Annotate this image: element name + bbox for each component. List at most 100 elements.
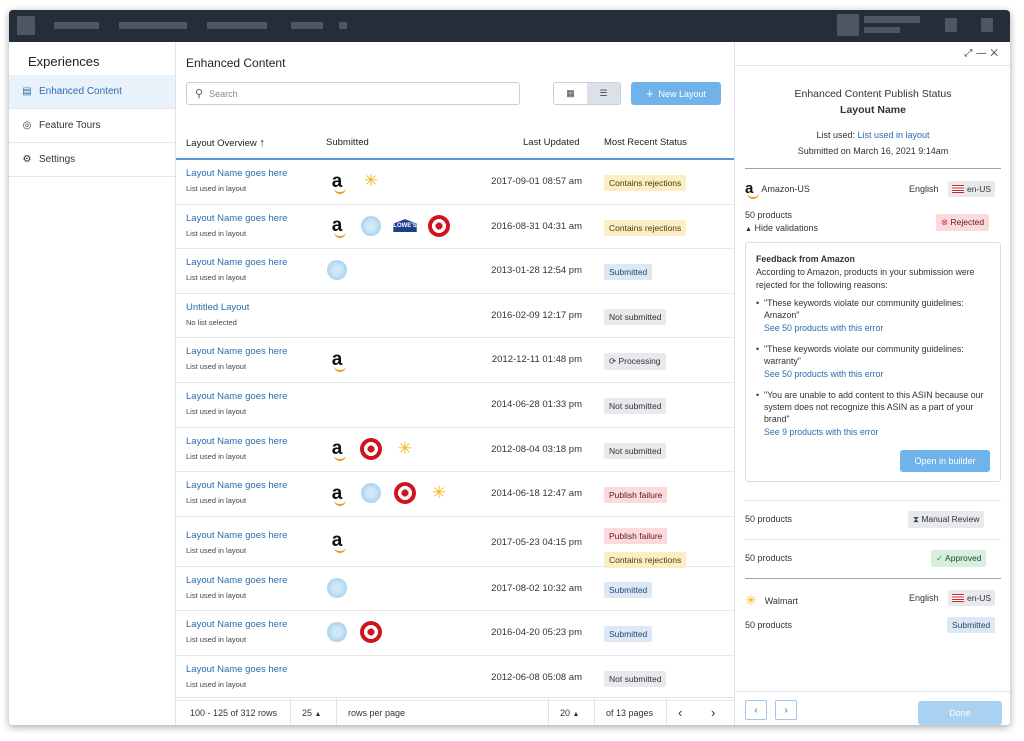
retailer-amazon: a Amazon-US [745,181,810,199]
group2-products-link[interactable]: 50 products [745,514,792,524]
list-view-button[interactable]: ☰ [587,83,620,104]
feedback-item: "You are unable to add content to this A… [756,389,990,438]
chevron-left-icon: ‹ [754,704,758,716]
snowflake-logo-icon [326,259,348,281]
nav-link-placeholder[interactable] [339,22,347,29]
list-used: List used: List used in layout [735,130,1010,140]
layout-name-link[interactable]: Layout Name goes here [186,213,287,224]
next-button[interactable]: › [775,700,797,720]
amazon-products-link[interactable]: 50 products [745,210,792,220]
check-icon: ✓ [936,553,944,563]
table-row[interactable]: Layout Name goes here List used in layout… [176,656,734,701]
layout-name-link[interactable]: Layout Name goes here [186,575,287,586]
layout-name-link[interactable]: Layout Name goes here [186,168,287,179]
new-layout-button[interactable]: + New Layout [631,82,721,105]
last-updated: 2016-04-20 05:23 pm [491,627,582,639]
table-row[interactable]: Layout Name goes here List used in layout… [176,567,734,612]
open-in-builder-button[interactable]: Open in builder [900,450,990,472]
search-placeholder: Search [209,88,238,99]
layout-name-link[interactable]: Layout Name goes here [186,257,287,268]
status-badge: Publish failure [604,527,668,544]
next-page-button[interactable]: › [711,705,715,720]
table-row[interactable]: Layout Name goes here List used in layout… [176,472,734,517]
sidebar-item-settings[interactable]: ⚙ Settings [9,143,175,177]
table-row[interactable]: Layout Name goes here List used in layout… [176,338,734,383]
sidebar-item-enhanced-content[interactable]: ▤ Enhanced Content [9,75,175,109]
column-header-status[interactable]: Most Recent Status [604,137,687,148]
see-products-link[interactable]: See 50 products with this error [764,369,883,379]
table-row[interactable]: Layout Name goes here List used in layout… [176,160,734,205]
hide-validations-toggle[interactable]: ▲ Hide validations [745,223,818,233]
layout-name-link[interactable]: Layout Name goes here [186,530,287,541]
status-cell: Submitted [604,262,653,281]
close-icon[interactable]: ✕ [990,48,1002,59]
status-text: Contains rejections [609,222,682,233]
sidebar-item-label: Enhanced Content [39,86,122,97]
table-row[interactable]: Layout Name goes here List used in layout… [176,428,734,473]
nav-link-placeholder[interactable] [54,22,99,29]
table-row[interactable]: Layout Name goes here List used in layout… [176,383,734,428]
see-products-link[interactable]: See 50 products with this error [764,323,883,333]
status-text: Not submitted [609,673,662,684]
list-used-link[interactable]: List used in layout [858,130,930,140]
amazon-logo-icon: a [331,438,346,462]
see-products-link[interactable]: See 9 products with this error [764,427,878,437]
notifications-icon[interactable] [945,18,957,32]
layout-name-link[interactable]: Layout Name goes here [186,346,287,357]
layout-name-link[interactable]: Layout Name goes here [186,664,287,675]
column-header-last-updated[interactable]: Last Updated [523,137,580,148]
table-row[interactable]: Layout Name goes here List used in layout… [176,517,734,568]
prev-button[interactable]: ‹ [745,700,767,720]
column-header-layout-overview[interactable]: Layout Overview ↑ [186,137,265,149]
layout-name-link[interactable]: Layout Name goes here [186,480,287,491]
last-updated: 2012-06-08 05:08 am [491,671,582,683]
table-row[interactable]: Layout Name goes here List used in layout… [176,205,734,250]
amazon-logo-icon: a [331,215,346,239]
last-updated: 2017-08-02 10:32 am [491,582,582,594]
done-button[interactable]: Done [918,701,1002,725]
menu-icon[interactable] [981,18,993,32]
search-icon: ⚲ [195,88,204,100]
walmart-logo-icon: ✳ [431,483,447,503]
layout-name-link[interactable]: Layout Name goes here [186,391,287,402]
nav-link-placeholder[interactable] [119,22,187,29]
column-header-submitted[interactable]: Submitted [326,137,369,148]
layout-name-link[interactable]: Layout Name goes here [186,619,287,630]
minimize-icon[interactable]: — [976,48,990,59]
table-header: Layout Overview ↑ Submitted Last Updated… [176,118,734,160]
table-row[interactable]: Untitled Layout No list selected 2016-02-0… [176,294,734,339]
walmart-products-link[interactable]: 50 products [745,620,792,630]
retailer-name: Amazon-US [761,183,810,194]
status-badge: Not submitted [604,442,667,459]
table-body: Layout Name goes here List used in layout… [176,160,734,701]
walmart-logo-icon: ✳ [397,438,413,458]
walmart-language: English [909,593,939,603]
page-select[interactable]: 20 ▲ [560,708,579,718]
nav-link-placeholder[interactable] [291,22,323,29]
status-text: Submitted [609,629,648,640]
layout-list: List used in layout [186,362,247,372]
pagination: 100 - 125 of 312 rows 25 ▲ rows per page… [176,697,734,725]
group3-products-link[interactable]: 50 products [745,553,792,563]
status-cell: Contains rejections [604,173,687,191]
prev-page-button[interactable]: ‹ [678,705,682,720]
last-updated: 2014-06-28 01:33 pm [491,398,582,410]
app-window: Experiences ▤ Enhanced Content ◎ Feature T… [9,10,1010,725]
status-text: Processing [618,356,661,367]
expand-icon[interactable]: ⤢ [964,48,976,59]
status-badge: Submitted [604,581,653,598]
layout-name-link[interactable]: Untitled Layout [186,302,249,313]
layout-name-link[interactable]: Layout Name goes here [186,436,287,447]
table-row[interactable]: Layout Name goes here List used in layout… [176,611,734,656]
nav-link-placeholder[interactable] [207,22,267,29]
search-input[interactable]: ⚲ Search [186,82,520,105]
sidebar-item-feature-tours[interactable]: ◎ Feature Tours [9,109,175,143]
grid-view-button[interactable]: ▦ [554,83,587,104]
page-value: 20 [560,708,571,718]
layout-list: List used in layout [186,273,247,283]
avatar[interactable] [837,14,859,36]
layout-list: No list selected [186,317,237,327]
rows-per-page-select[interactable]: 25 ▲ [302,708,321,718]
sidebar-item-label: Feature Tours [39,120,101,131]
table-row[interactable]: Layout Name goes here List used in layout… [176,249,734,294]
